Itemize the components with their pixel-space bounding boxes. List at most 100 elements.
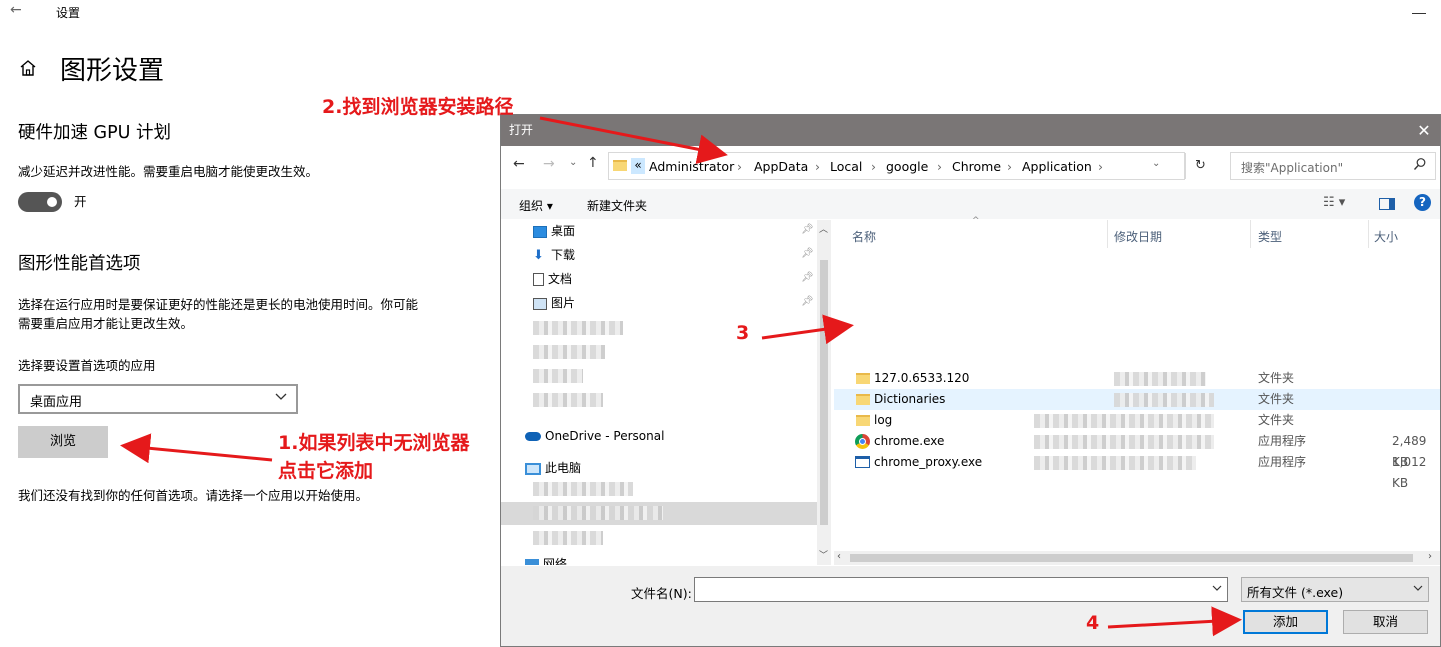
file-type: 文件夹: [1258, 392, 1295, 406]
column-header-type[interactable]: 类型: [1258, 228, 1282, 245]
redacted-tree-item: [533, 321, 623, 335]
dialog-bottom-panel: 文件名(N): 所有文件 (*.exe) 添加 取消: [501, 566, 1440, 646]
tree-item-label: 图片: [551, 296, 576, 310]
annotation-step1-line2: 点击它添加: [278, 460, 374, 482]
breadcrumb-application[interactable]: Application: [1022, 159, 1092, 174]
file-type: 应用程序: [1258, 455, 1307, 469]
new-folder-button[interactable]: 新建文件夹: [587, 197, 647, 214]
dialog-title: 打开: [501, 115, 1440, 146]
app-icon: [855, 456, 870, 468]
filetype-select[interactable]: 所有文件 (*.exe): [1241, 577, 1429, 602]
pictures-icon: [533, 297, 547, 310]
redacted-tree-item: [533, 369, 583, 383]
download-icon: ⬇: [533, 247, 544, 263]
scroll-down-icon[interactable]: ﹀: [819, 548, 828, 561]
pin-icon: 📌︎: [801, 296, 814, 307]
breadcrumb-separator: ›: [1007, 159, 1012, 174]
tree-scrollbar[interactable]: ︿ ﹀: [817, 220, 831, 565]
pin-icon: 📌︎: [801, 272, 814, 283]
preview-pane-icon[interactable]: [1379, 198, 1395, 210]
file-type: 文件夹: [1258, 371, 1295, 385]
document-icon: [533, 273, 544, 286]
folder-icon: [856, 373, 870, 384]
scroll-up-icon[interactable]: ︿: [819, 222, 828, 235]
tree-item-pictures[interactable]: 图片: [533, 292, 575, 314]
recent-dropdown-icon[interactable]: ⌄: [569, 157, 577, 168]
tree-item-desktop[interactable]: 桌面: [533, 220, 575, 242]
tree-item-documents[interactable]: 文档: [533, 268, 572, 290]
tree-item-onedrive[interactable]: OneDrive - Personal: [525, 425, 664, 447]
forward-icon[interactable]: →: [543, 156, 555, 172]
organize-button[interactable]: 组织 ▾: [519, 197, 553, 214]
back-icon[interactable]: ←: [513, 156, 525, 172]
filetype-value: 所有文件 (*.exe): [1247, 585, 1344, 600]
scroll-thumb[interactable]: [820, 260, 828, 525]
scroll-left-icon[interactable]: ‹: [837, 551, 841, 562]
tree-item-network[interactable]: 网络: [525, 553, 567, 565]
arrow-step1: [120, 433, 273, 464]
annotation-step1-line1: 1.如果列表中无浏览器: [278, 432, 470, 454]
redacted-tree-item: [533, 482, 633, 496]
close-icon[interactable]: ✕: [1412, 115, 1436, 146]
redacted-tree-item: [533, 393, 603, 407]
file-type: 应用程序: [1258, 434, 1307, 448]
file-list-hscrollbar[interactable]: ‹ ›: [834, 551, 1440, 565]
refresh-icon[interactable]: [1185, 153, 1186, 179]
add-button[interactable]: 添加: [1243, 610, 1328, 634]
search-icon[interactable]: [1413, 157, 1427, 174]
column-separator[interactable]: [1250, 220, 1251, 248]
file-name: Dictionaries: [874, 392, 946, 406]
tree-item-label: 文档: [548, 272, 573, 286]
navigation-tree: 桌面 ⬇ 下载 文档 图片 📌︎ 📌︎ 📌︎ 📌︎ OneDrive - Pers…: [501, 220, 829, 565]
refresh-icon[interactable]: ↻: [1195, 158, 1206, 173]
redacted-date: [1034, 414, 1214, 428]
cloud-icon: [525, 432, 541, 441]
address-dropdown-icon[interactable]: ⌄: [1152, 158, 1160, 169]
tree-item-label: 此电脑: [545, 461, 582, 475]
up-icon[interactable]: ↑: [587, 155, 599, 171]
desktop-icon: [533, 225, 547, 238]
breadcrumb-separator: ›: [815, 159, 820, 174]
scroll-thumb[interactable]: [850, 554, 1413, 562]
column-header-modified[interactable]: 修改日期: [1114, 228, 1162, 245]
file-type: 文件夹: [1258, 413, 1295, 427]
breadcrumb-separator: ›: [871, 159, 876, 174]
column-separator[interactable]: [1107, 220, 1108, 248]
column-header-name[interactable]: 名称: [852, 228, 876, 245]
file-name: 127.0.6533.120: [874, 371, 970, 385]
breadcrumb-separator: ›: [937, 159, 942, 174]
annotation-step4: 4: [1086, 612, 1100, 634]
view-options-icon[interactable]: ☷ ▾: [1323, 195, 1345, 210]
breadcrumb-chrome[interactable]: Chrome: [952, 159, 1001, 174]
filename-input[interactable]: [694, 577, 1228, 602]
folder-icon: [613, 160, 627, 171]
annotation-step3: 3: [736, 322, 750, 344]
breadcrumb-administrator[interactable]: Administrator: [649, 159, 734, 174]
tree-item-downloads[interactable]: ⬇ 下载: [533, 244, 575, 266]
breadcrumb-appdata[interactable]: AppData: [754, 159, 808, 174]
scroll-right-icon[interactable]: ›: [1428, 551, 1432, 562]
redacted-date: [1114, 372, 1206, 386]
breadcrumb-separator: ›: [737, 159, 742, 174]
file-name: chrome.exe: [874, 434, 945, 448]
computer-icon: [525, 462, 541, 475]
search-input[interactable]: 搜索"Application": [1230, 152, 1436, 180]
chevron-down-icon[interactable]: [1211, 582, 1223, 597]
tree-item-label: 下载: [551, 248, 576, 262]
column-header-size[interactable]: 大小: [1374, 228, 1398, 245]
file-name: chrome_proxy.exe: [874, 455, 983, 469]
tree-item-this-pc[interactable]: 此电脑: [525, 457, 581, 479]
breadcrumb-overflow[interactable]: «: [631, 158, 645, 174]
folder-icon: [856, 415, 870, 426]
breadcrumb-local[interactable]: Local: [830, 159, 862, 174]
redacted-date: [1034, 435, 1214, 449]
help-icon[interactable]: ?: [1414, 194, 1431, 211]
tree-item-label: 桌面: [551, 224, 576, 238]
breadcrumb-separator: ›: [1098, 159, 1103, 174]
cancel-button[interactable]: 取消: [1343, 610, 1428, 634]
search-placeholder: 搜索"Application": [1241, 161, 1344, 175]
pin-icon: 📌︎: [801, 224, 814, 235]
address-bar[interactable]: « Administrator › AppData › Local › goog…: [608, 152, 1206, 180]
column-separator[interactable]: [1368, 220, 1369, 248]
breadcrumb-google[interactable]: google: [886, 159, 928, 174]
